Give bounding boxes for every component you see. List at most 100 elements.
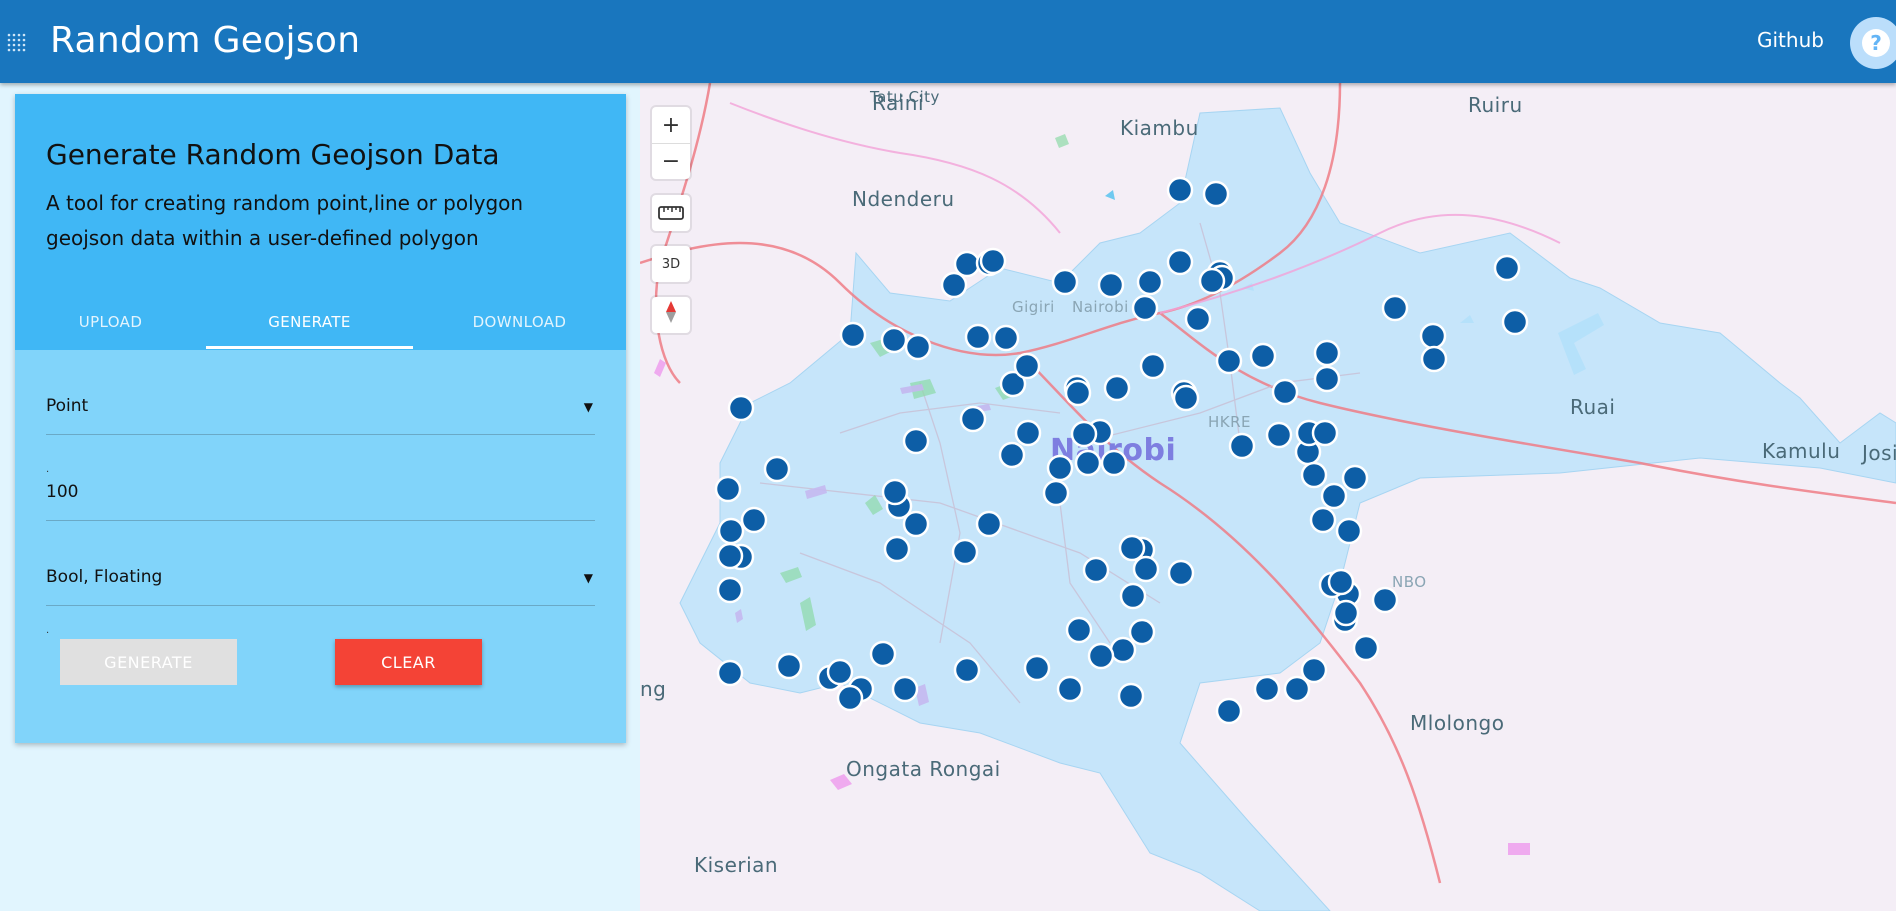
point-marker[interactable]: [716, 659, 744, 687]
three-d-button[interactable]: 3D: [652, 246, 690, 282]
point-marker[interactable]: [1166, 248, 1194, 276]
clear-button[interactable]: CLEAR: [335, 639, 482, 685]
generate-button[interactable]: GENERATE: [60, 639, 237, 685]
point-marker[interactable]: [1184, 305, 1212, 333]
point-marker[interactable]: [883, 535, 911, 563]
zoom-out-button[interactable]: −: [652, 143, 690, 179]
point-marker[interactable]: [992, 324, 1020, 352]
point-marker[interactable]: [1300, 461, 1328, 489]
point-marker[interactable]: [1283, 675, 1311, 703]
github-link[interactable]: Github: [1757, 28, 1824, 52]
point-marker[interactable]: [1042, 479, 1070, 507]
point-marker[interactable]: [998, 441, 1026, 469]
point-marker[interactable]: [979, 247, 1007, 275]
point-marker[interactable]: [1320, 482, 1348, 510]
point-marker[interactable]: [775, 652, 803, 680]
tab-upload[interactable]: UPLOAD: [15, 294, 206, 350]
point-marker[interactable]: [953, 250, 981, 278]
point-marker[interactable]: [1313, 365, 1341, 393]
point-marker[interactable]: [880, 326, 908, 354]
point-marker[interactable]: [1131, 294, 1159, 322]
point-marker[interactable]: [836, 684, 864, 712]
point-marker[interactable]: [1139, 352, 1167, 380]
point-marker[interactable]: [1493, 254, 1521, 282]
map-view[interactable]: Tatu City Raini Kiambu Ruiru Ndenderu Gi…: [640, 83, 1896, 911]
apps-grid-icon[interactable]: [6, 32, 28, 54]
point-marker[interactable]: [1198, 267, 1226, 295]
point-marker[interactable]: [1103, 374, 1131, 402]
help-button[interactable]: ?: [1850, 17, 1896, 69]
point-marker[interactable]: [1051, 268, 1079, 296]
point-marker[interactable]: [1215, 347, 1243, 375]
point-marker[interactable]: [1249, 342, 1277, 370]
point-marker[interactable]: [964, 323, 992, 351]
point-marker[interactable]: [1097, 271, 1125, 299]
point-marker[interactable]: [1381, 294, 1409, 322]
point-marker[interactable]: [1172, 384, 1200, 412]
point-marker[interactable]: [1341, 464, 1369, 492]
point-marker[interactable]: [1202, 180, 1230, 208]
point-marker[interactable]: [1228, 432, 1256, 460]
point-marker[interactable]: [1046, 454, 1074, 482]
point-marker[interactable]: [1014, 419, 1042, 447]
point-marker[interactable]: [902, 510, 930, 538]
point-marker[interactable]: [1132, 555, 1160, 583]
point-marker[interactable]: [1327, 568, 1355, 596]
point-marker[interactable]: [1065, 616, 1093, 644]
point-marker[interactable]: [1166, 176, 1194, 204]
point-marker[interactable]: [1117, 682, 1145, 710]
point-marker[interactable]: [1128, 618, 1156, 646]
point-marker[interactable]: [1265, 421, 1293, 449]
point-marker[interactable]: [1311, 419, 1339, 447]
point-marker[interactable]: [1064, 379, 1092, 407]
point-marker[interactable]: [1215, 697, 1243, 725]
point-marker[interactable]: [975, 510, 1003, 538]
point-marker[interactable]: [1087, 642, 1115, 670]
point-marker[interactable]: [1271, 378, 1299, 406]
point-marker[interactable]: [1023, 654, 1051, 682]
point-marker[interactable]: [1118, 534, 1146, 562]
zoom-in-button[interactable]: +: [652, 107, 690, 143]
point-marker[interactable]: [904, 333, 932, 361]
point-marker[interactable]: [881, 478, 909, 506]
point-marker[interactable]: [1119, 582, 1147, 610]
geometry-type-select[interactable]: Point ▼: [46, 390, 595, 435]
point-marker[interactable]: [714, 475, 742, 503]
point-marker[interactable]: [1335, 517, 1363, 545]
point-marker[interactable]: [1352, 634, 1380, 662]
point-marker[interactable]: [940, 271, 968, 299]
tab-generate[interactable]: GENERATE: [206, 294, 413, 350]
point-marker[interactable]: [1309, 506, 1337, 534]
point-marker[interactable]: [1013, 352, 1041, 380]
count-input[interactable]: . 100: [46, 464, 595, 521]
compass-button[interactable]: [652, 297, 690, 333]
point-marker[interactable]: [1253, 675, 1281, 703]
properties-select[interactable]: Bool, Floating ▼: [46, 561, 595, 606]
point-marker[interactable]: [1167, 559, 1195, 587]
point-marker[interactable]: [1136, 268, 1164, 296]
point-marker[interactable]: [1300, 656, 1328, 684]
point-marker[interactable]: [727, 394, 755, 422]
ruler-button[interactable]: [652, 195, 690, 231]
point-marker[interactable]: [740, 506, 768, 534]
point-marker[interactable]: [716, 542, 744, 570]
point-marker[interactable]: [951, 538, 979, 566]
point-marker[interactable]: [959, 405, 987, 433]
point-marker[interactable]: [1070, 420, 1098, 448]
point-marker[interactable]: [1074, 449, 1102, 477]
point-marker[interactable]: [839, 321, 867, 349]
point-marker[interactable]: [891, 675, 919, 703]
point-marker[interactable]: [1371, 586, 1399, 614]
point-marker[interactable]: [869, 640, 897, 668]
point-marker[interactable]: [716, 576, 744, 604]
point-marker[interactable]: [763, 455, 791, 483]
point-marker[interactable]: [1082, 556, 1110, 584]
point-marker[interactable]: [902, 427, 930, 455]
point-marker[interactable]: [1419, 322, 1447, 350]
point-marker[interactable]: [1313, 339, 1341, 367]
point-marker[interactable]: [1056, 675, 1084, 703]
point-marker[interactable]: [953, 656, 981, 684]
point-marker[interactable]: [1501, 308, 1529, 336]
point-marker[interactable]: [826, 658, 854, 686]
tab-download[interactable]: DOWNLOAD: [413, 294, 626, 350]
